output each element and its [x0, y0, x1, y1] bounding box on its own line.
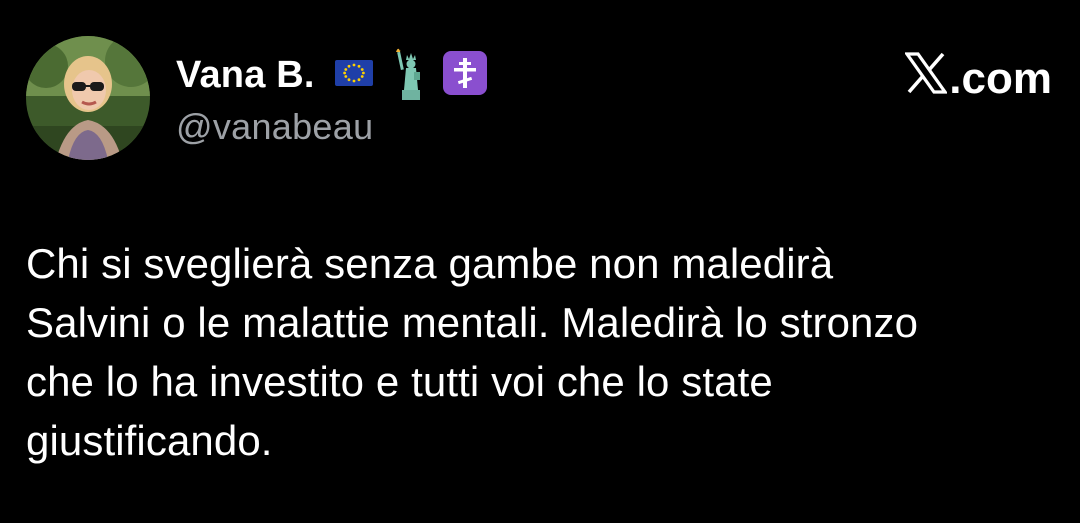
author-block: Vana B. @vanabeau: [176, 48, 487, 148]
orthodox-cross-icon: [442, 50, 487, 100]
x-brand-logo: .com: [904, 52, 1052, 105]
author-handle[interactable]: @vanabeau: [176, 106, 487, 148]
tweet-text: Chi si sveglierà senza gambe non maledir…: [26, 240, 919, 464]
brand-dotcom: .com: [949, 53, 1052, 103]
eu-flag-icon: [334, 59, 373, 91]
statue-of-liberty-icon: [391, 46, 431, 105]
name-row: Vana B.: [176, 48, 487, 102]
tweet-card: Vana B. @vanabeau .com Chi si sveglierà …: [0, 0, 1080, 523]
x-logo-icon: [904, 52, 949, 105]
avatar[interactable]: [26, 36, 150, 160]
display-name[interactable]: Vana B.: [176, 54, 315, 97]
avatar-image: [26, 36, 150, 160]
